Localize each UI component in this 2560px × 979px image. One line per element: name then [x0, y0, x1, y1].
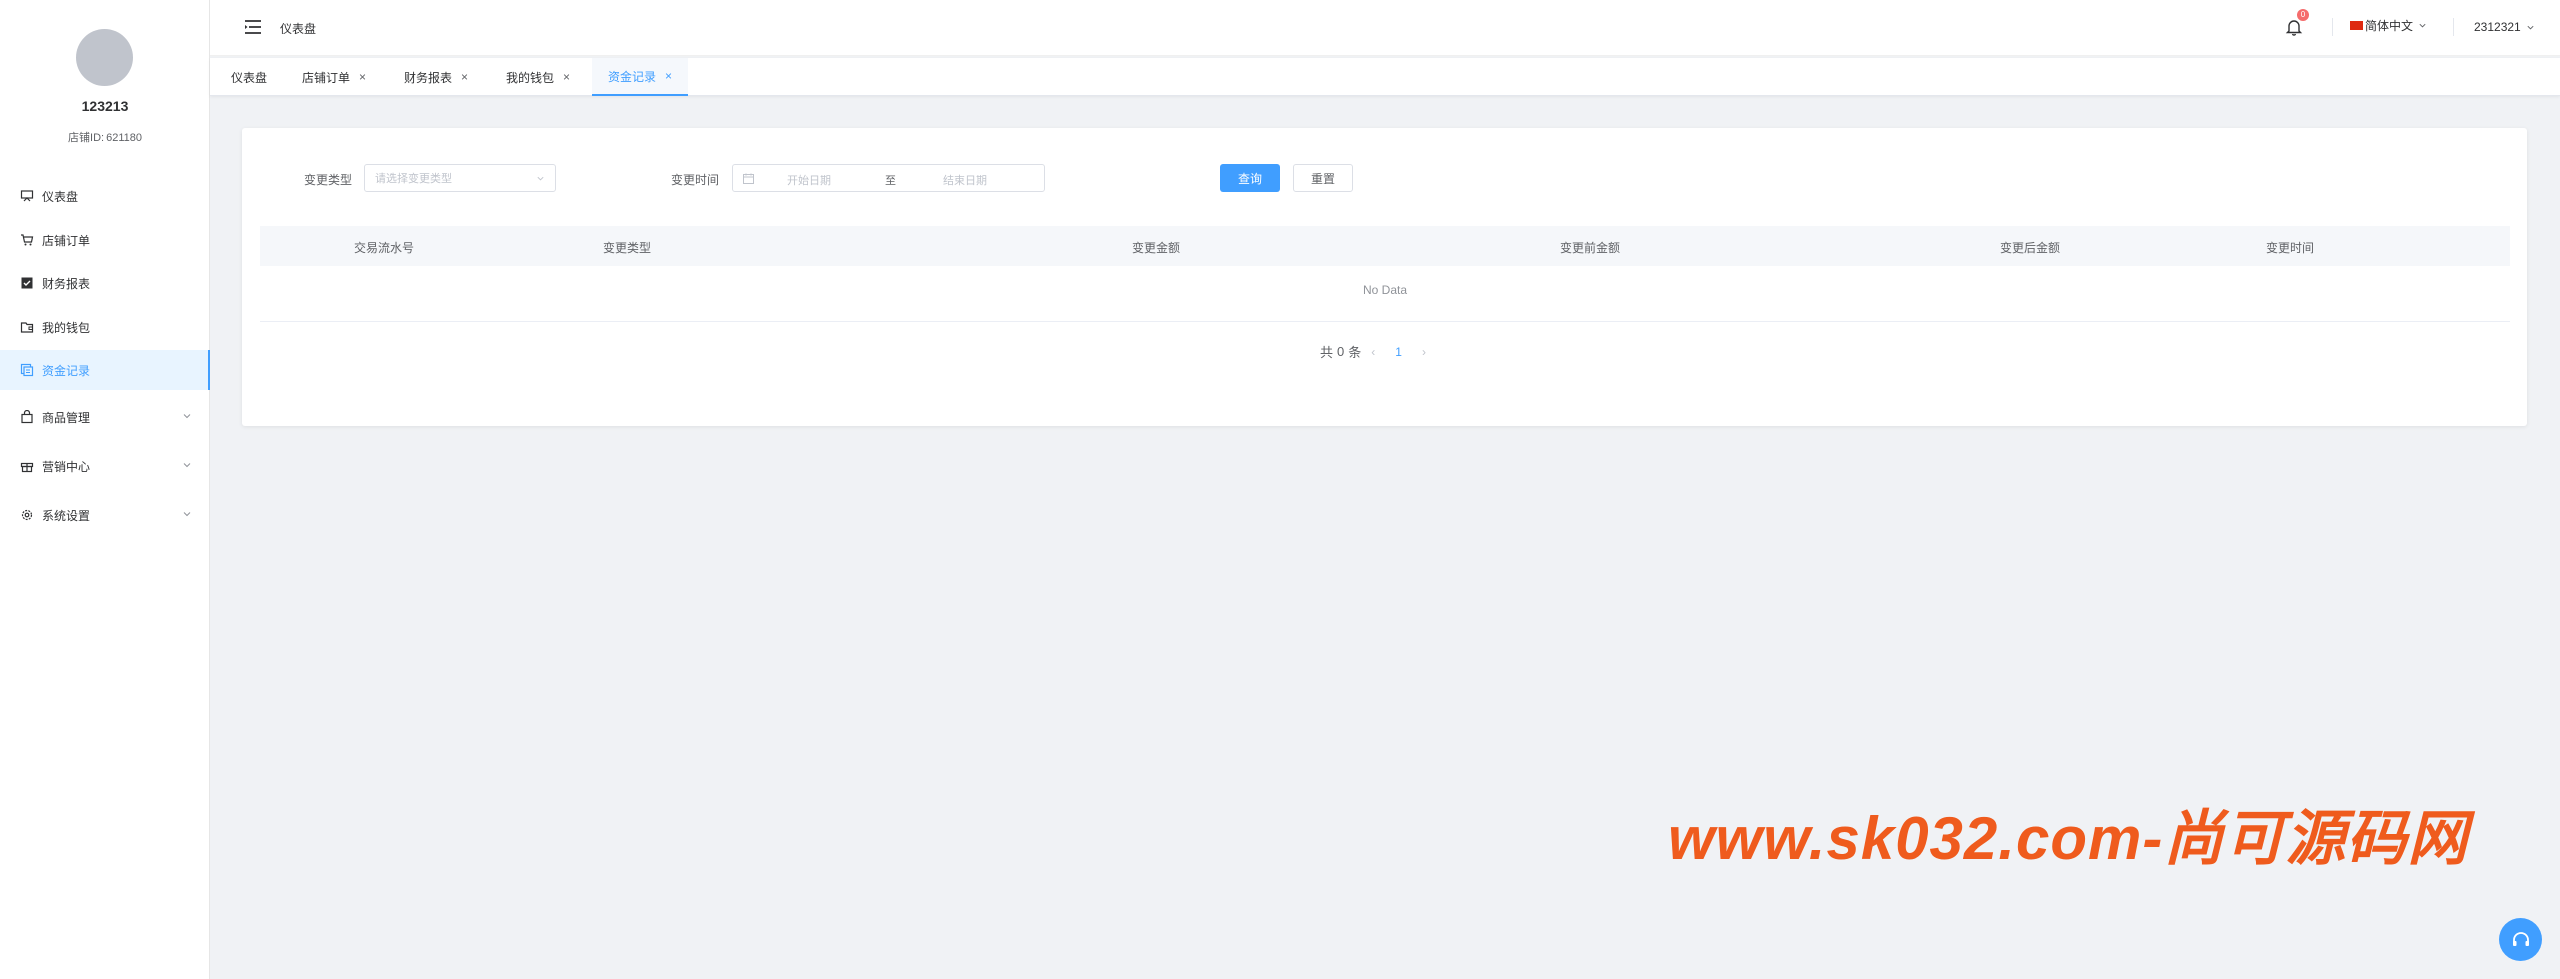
sidebar: 123213 店铺ID: 621180 仪表盘 店铺订单 财务报表 我的钱包 资金…: [0, 0, 210, 979]
change-type-select[interactable]: 请选择变更类型: [364, 164, 556, 192]
column-header: 变更金额: [1132, 241, 1181, 255]
language-label: 简体中文: [2365, 19, 2414, 33]
avatar[interactable]: [76, 29, 133, 86]
shop-id: 店铺ID: 621180: [0, 129, 210, 145]
chevron-down-icon: [2527, 25, 2534, 29]
sidebar-item-label: 商品管理: [42, 410, 91, 425]
dashboard-icon: [20, 190, 34, 202]
gear-icon: [21, 509, 33, 521]
search-button[interactable]: 查询: [1220, 164, 1280, 192]
china-flag-icon: [2350, 21, 2363, 30]
tab-label: 店铺订单: [302, 70, 351, 85]
pagination-total-prefix: 共: [1320, 345, 1334, 360]
sidebar-item-label: 营销中心: [42, 459, 91, 474]
sidebar-item-products[interactable]: 商品管理: [0, 397, 210, 437]
tab-my-wallet[interactable]: 我的钱包 ×: [506, 58, 570, 96]
gift-icon: [20, 462, 34, 473]
chevron-down-icon: [183, 463, 191, 468]
sidebar-item-label: 资金记录: [42, 363, 91, 378]
sidebar-item-label: 系统设置: [42, 508, 91, 523]
sidebar-item-finance[interactable]: 财务报表: [0, 263, 210, 303]
select-placeholder: 请选择变更类型: [375, 173, 452, 185]
sidebar-item-marketing[interactable]: 营销中心: [0, 446, 210, 486]
date-range-picker[interactable]: 开始日期 至 结束日期: [732, 164, 1045, 192]
divider: [2453, 18, 2454, 36]
fund-records-card: 变更类型 请选择变更类型 变更时间 开始日期 至 结束日期 查询 重置 交易流水…: [242, 128, 2527, 426]
sidebar-item-label: 仪表盘: [42, 189, 79, 204]
wallet-icon: [20, 322, 34, 333]
chevron-down-icon: [2419, 23, 2426, 28]
sidebar-item-orders[interactable]: 店铺订单: [0, 220, 210, 260]
bag-icon: [21, 410, 33, 424]
user-name: 2312321: [2474, 20, 2521, 34]
language-selector[interactable]: 简体中文: [2350, 17, 2427, 34]
page-number[interactable]: 1: [1395, 345, 1402, 359]
breadcrumb[interactable]: 仪表盘: [280, 20, 316, 37]
top-header: 仪表盘 0 简体中文 2312321: [210, 0, 2560, 56]
calendar-icon: [743, 173, 754, 184]
sidebar-item-fund-records[interactable]: 资金记录: [0, 350, 210, 390]
tab-finance-report[interactable]: 财务报表 ×: [404, 58, 468, 96]
pagination-total: 0: [1337, 344, 1345, 359]
tab-dashboard[interactable]: 仪表盘: [231, 58, 267, 96]
sidebar-item-wallet[interactable]: 我的钱包: [0, 307, 210, 347]
record-icon: [20, 363, 34, 377]
column-header: 变更类型: [603, 241, 652, 255]
notification-badge: 0: [2297, 9, 2309, 21]
divider: [2332, 18, 2333, 36]
shop-id-value: 621180: [106, 132, 142, 144]
next-page-button[interactable]: ›: [1422, 345, 1426, 359]
reset-button[interactable]: 重置: [1293, 164, 1353, 192]
support-button[interactable]: [2499, 918, 2542, 961]
close-icon[interactable]: ×: [563, 70, 570, 84]
sidebar-item-dashboard[interactable]: 仪表盘: [0, 176, 210, 216]
column-header: 变更前金额: [1560, 241, 1621, 255]
sidebar-item-settings[interactable]: 系统设置: [0, 495, 210, 535]
watermark: www.sk032.com-尚可源码网: [1668, 805, 2469, 872]
chevron-down-icon: [537, 176, 544, 181]
headset-icon: [2512, 931, 2529, 946]
tab-label: 仪表盘: [231, 70, 268, 85]
shop-id-label: 店铺ID:: [68, 132, 105, 144]
close-icon[interactable]: ×: [359, 70, 366, 84]
sidebar-item-label: 财务报表: [42, 276, 91, 291]
sidebar-item-label: 我的钱包: [42, 320, 91, 335]
end-date-input[interactable]: 结束日期: [943, 172, 987, 188]
tabs-bar: 仪表盘 店铺订单 × 财务报表 × 我的钱包 × 资金记录 ×: [210, 58, 2560, 96]
chevron-down-icon: [183, 414, 191, 419]
user-menu[interactable]: 2312321: [2474, 20, 2535, 34]
table-header: 交易流水号 变更类型 变更金额 变更前金额 变更后金额 变更时间: [260, 226, 2510, 266]
tab-shop-orders[interactable]: 店铺订单 ×: [302, 58, 366, 96]
change-time-label: 变更时间: [671, 173, 720, 187]
prev-page-button[interactable]: ‹: [1371, 345, 1375, 359]
tab-label: 财务报表: [404, 70, 453, 85]
empty-table-text: No Data: [260, 266, 2510, 322]
change-type-label: 变更类型: [304, 173, 353, 187]
close-icon[interactable]: ×: [461, 70, 468, 84]
checkbox-icon: [21, 277, 33, 289]
tab-label: 资金记录: [608, 69, 657, 84]
pagination: 共 0 条 ‹ 1 ›: [1320, 342, 1436, 361]
close-icon[interactable]: ×: [665, 69, 672, 83]
tab-fund-records[interactable]: 资金记录 ×: [592, 58, 689, 96]
sidebar-username: 123213: [81, 98, 129, 114]
tab-label: 我的钱包: [506, 70, 555, 85]
column-header: 变更后金额: [2000, 241, 2061, 255]
start-date-input[interactable]: 开始日期: [787, 172, 831, 188]
hamburger-icon[interactable]: [244, 19, 262, 35]
chevron-down-icon: [183, 512, 191, 517]
sidebar-item-label: 店铺订单: [42, 233, 91, 248]
cart-icon: [21, 234, 34, 246]
range-separator: 至: [885, 175, 896, 187]
column-header: 变更时间: [2266, 241, 2315, 255]
pagination-total-suffix: 条: [1348, 345, 1362, 360]
column-header: 交易流水号: [354, 241, 415, 255]
